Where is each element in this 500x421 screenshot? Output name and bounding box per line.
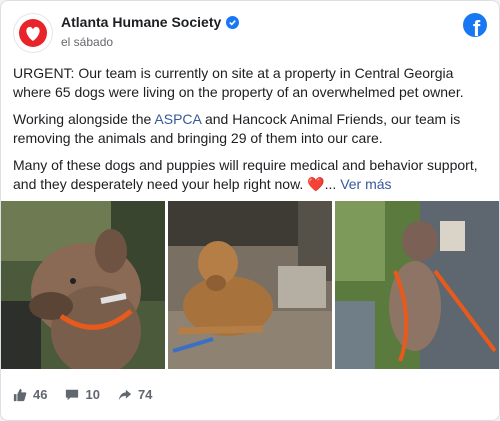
post-paragraph-3: Many of these dogs and puppies will requ… (13, 156, 487, 194)
like-button[interactable]: 46 (13, 387, 47, 402)
page-name[interactable]: Atlanta Humane Society (61, 14, 240, 30)
facebook-logo-icon[interactable]: f (463, 13, 487, 37)
rescuer-holding-dog-photo[interactable] (335, 201, 499, 369)
post-paragraph-2: Working alongside the ASPCA and Hancock … (13, 110, 487, 148)
post-header: Atlanta Humane Society el sábado f (1, 1, 499, 57)
post-body: URGENT: Our team is currently on site at… (1, 57, 499, 194)
verified-badge-icon (226, 15, 240, 29)
red-heart-emoji-icon: ❤️ (307, 176, 325, 192)
ellipsis: ... (324, 176, 341, 192)
page-avatar[interactable] (13, 13, 53, 53)
dog-lying-on-ground-photo[interactable] (168, 201, 332, 369)
comment-button[interactable]: 10 (65, 387, 100, 402)
share-count: 74 (137, 387, 153, 402)
see-more-link[interactable]: Ver más (340, 176, 391, 192)
comment-icon (66, 389, 79, 400)
p2-before: Working alongside the (13, 111, 155, 127)
share-button[interactable]: 74 (118, 387, 152, 402)
heart-logo-icon (19, 19, 47, 47)
aspca-link[interactable]: ASPCA (154, 111, 201, 127)
thumbs-up-icon (13, 388, 27, 401)
photo-grid (1, 201, 499, 369)
facebook-post-card: Atlanta Humane Society el sábado f URGEN… (0, 0, 500, 421)
comment-count: 10 (85, 387, 100, 402)
post-footer: 46 10 74 (13, 387, 170, 402)
share-arrow-icon (118, 389, 132, 400)
p3-text: Many of these dogs and puppies will requ… (13, 157, 478, 192)
page-name-text[interactable]: Atlanta Humane Society (61, 14, 221, 30)
post-paragraph-1: URGENT: Our team is currently on site at… (13, 65, 464, 100)
dog-with-orange-leash-photo[interactable] (1, 201, 165, 369)
like-count: 46 (33, 387, 48, 402)
post-timestamp[interactable]: el sábado (61, 35, 113, 49)
